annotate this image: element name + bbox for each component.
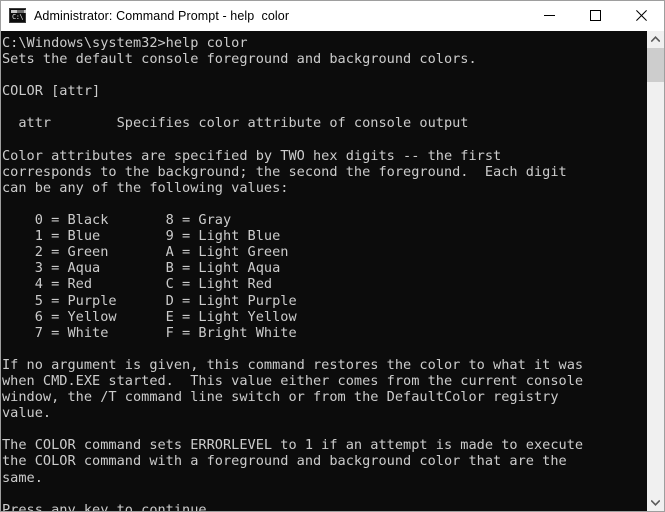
console-line: 7 = White F = Bright White: [2, 324, 297, 341]
console-line: 2 = Green A = Light Green: [2, 244, 289, 261]
console-line: Sets the default console foreground and …: [2, 51, 477, 68]
console-line: COLOR [attr]: [2, 83, 101, 100]
command-prompt-icon-body: C:\: [9, 7, 26, 23]
console-line: attr Specifies color attribute of consol…: [2, 115, 469, 132]
console-line: can be any of the following values:: [2, 179, 289, 196]
console-line: 5 = Purple D = Light Purple: [2, 292, 297, 309]
maximize-button[interactable]: [572, 1, 618, 30]
console-line: Color attributes are specified by TWO he…: [2, 147, 502, 164]
console-line: 6 = Yellow E = Light Yellow: [2, 308, 297, 325]
console-line: If no argument is given, this command re…: [2, 356, 584, 373]
scroll-down-arrow-icon[interactable]: [647, 494, 664, 511]
console-line: 3 = Aqua B = Light Aqua: [2, 260, 281, 277]
console-line: 4 = Red C = Light Red: [2, 276, 273, 293]
console-line: value.: [2, 405, 52, 422]
title-bar[interactable]: C:\ Administrator: Command Prompt - help…: [1, 1, 664, 31]
command-prompt-window: C:\ Administrator: Command Prompt - help…: [0, 0, 665, 512]
console-line: window, the /T command line switch or fr…: [2, 389, 559, 406]
console-line: The COLOR command sets ERRORLEVEL to 1 i…: [2, 437, 584, 454]
console-lines: C:\Windows\system32>help color Sets the d…: [2, 35, 646, 511]
console-line: 1 = Blue 9 = Light Blue: [2, 228, 281, 245]
scrollbar-track[interactable]: [647, 48, 664, 494]
minimize-button[interactable]: [526, 1, 572, 30]
scroll-up-arrow-icon[interactable]: [647, 31, 664, 48]
console-line: Press any key to continue . . .: [2, 501, 256, 511]
console-client-area: C:\Windows\system32>help color Sets the d…: [1, 31, 664, 511]
vertical-scrollbar[interactable]: [646, 31, 664, 511]
console-output[interactable]: C:\Windows\system32>help color Sets the d…: [1, 31, 646, 511]
window-controls: [526, 1, 664, 30]
console-line: 0 = Black 8 = Gray: [2, 212, 232, 229]
console-line: the COLOR command with a foreground and …: [2, 453, 567, 470]
console-line: same.: [2, 469, 43, 486]
console-line: corresponds to the background; the secon…: [2, 163, 567, 180]
close-button[interactable]: [618, 1, 664, 30]
console-line: when CMD.EXE started. This value either …: [2, 372, 584, 389]
console-line: C:\Windows\system32>help color: [2, 35, 248, 51]
window-title: Administrator: Command Prompt - help col…: [34, 8, 290, 23]
command-prompt-icon-text: C:\: [12, 12, 24, 21]
command-prompt-icon[interactable]: C:\: [9, 7, 26, 24]
scrollbar-thumb[interactable]: [647, 48, 664, 82]
